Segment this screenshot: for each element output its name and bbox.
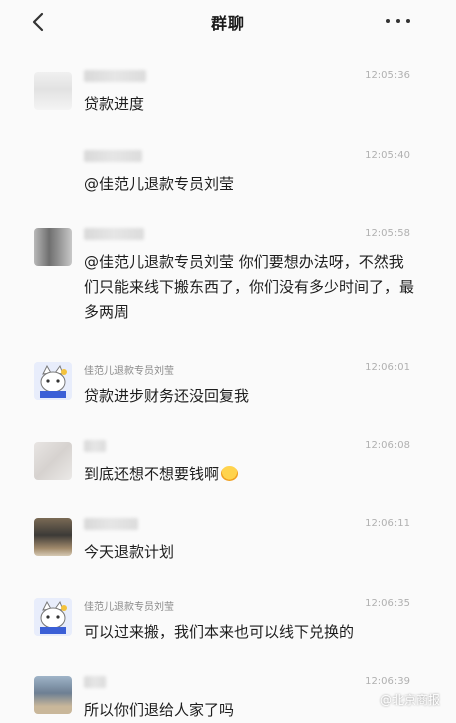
chat-header: 群聊: [0, 0, 456, 44]
message-text: 到底还想不想要钱啊: [84, 465, 220, 483]
watermark: @北京商报: [379, 693, 440, 707]
message-text: 贷款进度: [84, 95, 145, 113]
message-text: 贷款进步财务还没回复我: [84, 387, 250, 405]
cat-avatar-icon: [34, 598, 72, 636]
message-time: 12:06:01: [365, 362, 410, 373]
avatar[interactable]: [34, 362, 72, 400]
message-time: 12:06:11: [365, 518, 410, 529]
sender-name: 佳范儿退款专员刘莹: [84, 602, 174, 613]
message-text: 可以过来搬，我们本来也可以线下兑换的: [84, 623, 355, 641]
sender-name: [84, 228, 144, 242]
message-text: 今天退款计划: [84, 543, 175, 561]
avatar[interactable]: [34, 676, 72, 714]
laughing-emoji-icon: [221, 466, 239, 481]
message-time: 12:05:36: [365, 70, 410, 81]
message-text: 所以你们退给人家了吗: [84, 701, 235, 719]
cat-avatar-icon: [34, 362, 72, 400]
message-time: 12:05:58: [365, 228, 410, 239]
message-text: @佳范儿退款专员刘莹 你们要想办法呀，不然我们只能来线下搬东西了，你们没有多少时…: [84, 253, 415, 321]
more-options-icon[interactable]: [386, 16, 410, 26]
sender-name: [84, 676, 106, 690]
back-arrow-icon[interactable]: [26, 9, 52, 35]
sender-name: [84, 440, 106, 454]
message-text-row: 到底还想不想要钱啊: [84, 462, 414, 487]
avatar[interactable]: [34, 598, 72, 636]
avatar[interactable]: [34, 228, 72, 266]
avatar[interactable]: [34, 442, 72, 480]
sender-name: [84, 518, 138, 532]
message-time: 12:06:08: [365, 440, 410, 451]
chat-title: 群聊: [210, 14, 245, 33]
sender-name: 佳范儿退款专员刘莹: [84, 366, 174, 377]
message-text: @佳范儿退款专员刘莹: [84, 175, 235, 193]
message-time: 12:06:39: [365, 676, 410, 687]
sender-name: [84, 150, 142, 164]
avatar[interactable]: [34, 518, 72, 556]
message-time: 12:05:40: [365, 150, 410, 161]
avatar[interactable]: [34, 72, 72, 110]
message-time: 12:06:35: [365, 598, 410, 609]
sender-name: [84, 70, 146, 84]
